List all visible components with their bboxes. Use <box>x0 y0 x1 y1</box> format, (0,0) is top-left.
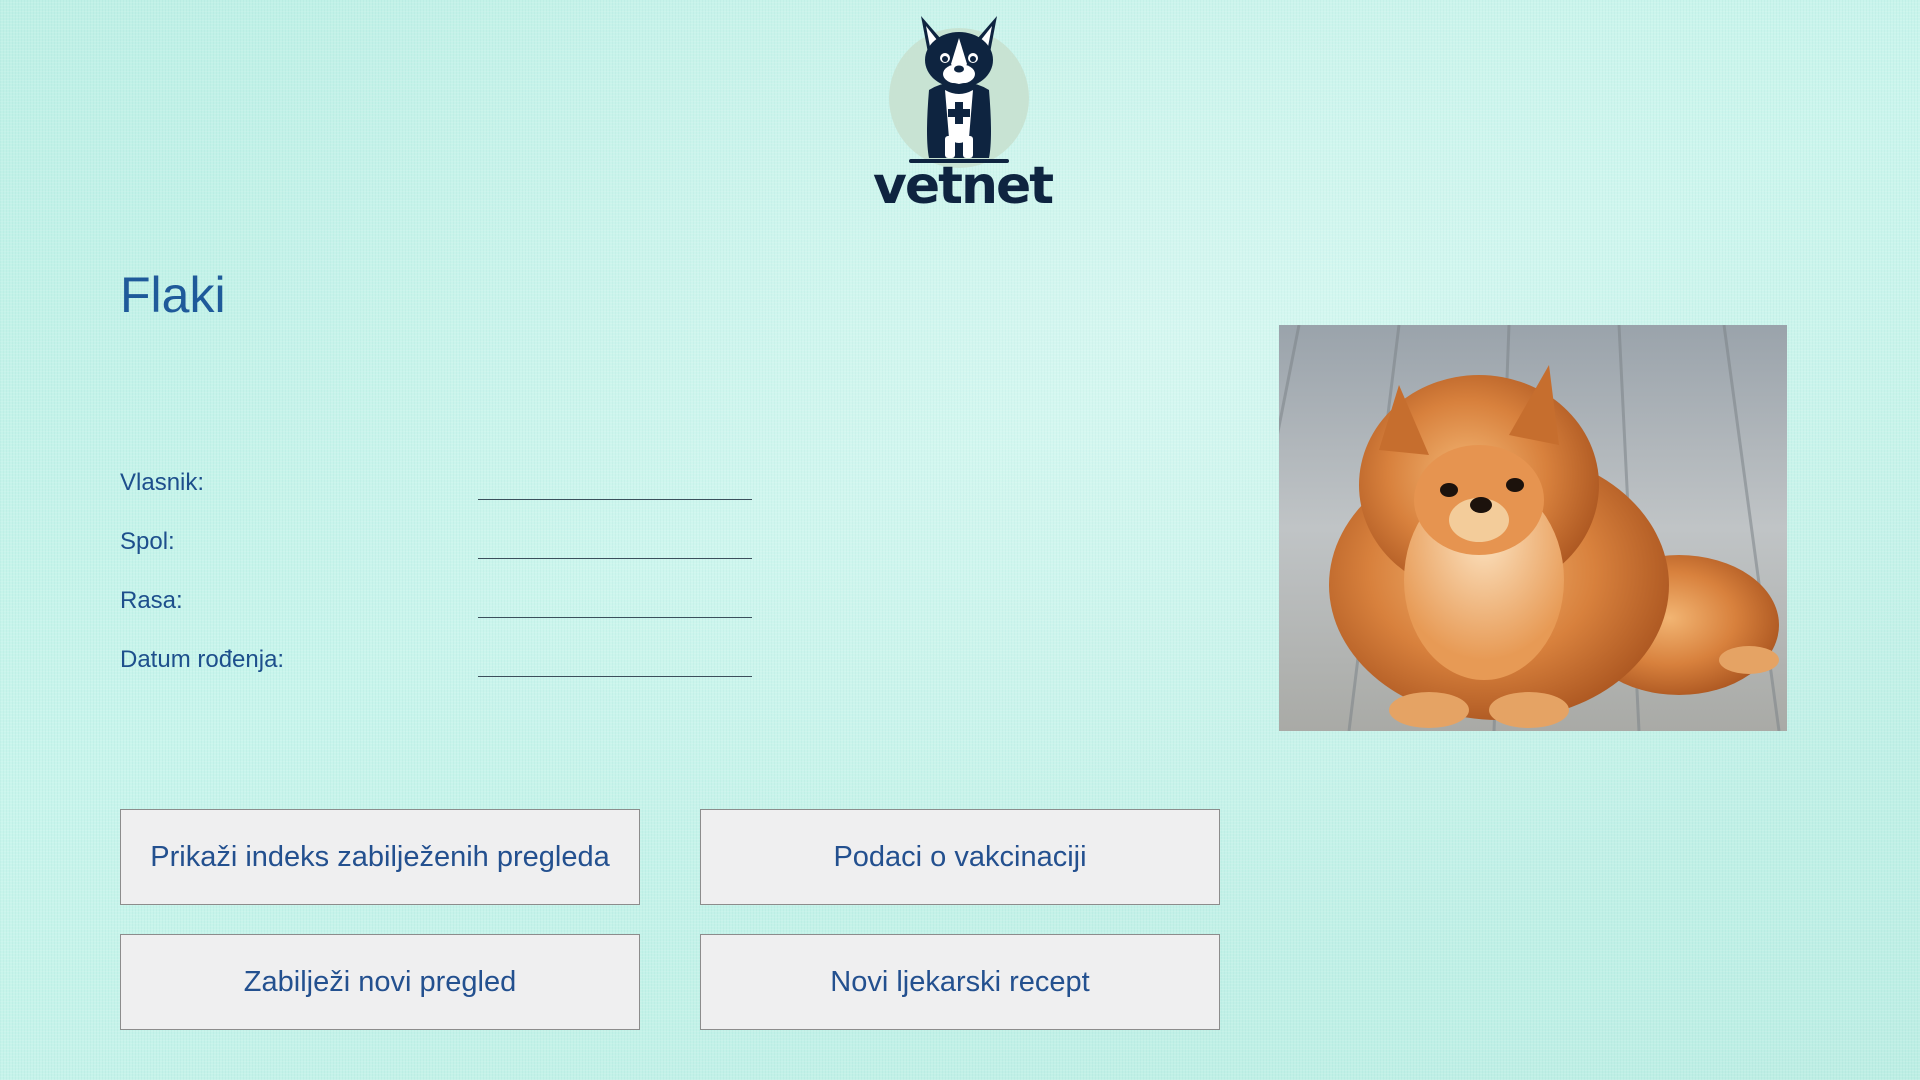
new-prescription-button[interactable]: Novi ljekarski recept <box>700 934 1220 1030</box>
dog-with-medical-cross-icon <box>889 16 1029 168</box>
pomeranian-dog-photo <box>1279 325 1787 731</box>
breed-field[interactable] <box>478 589 752 618</box>
field-row-sex: Spol: <box>120 530 754 570</box>
pet-name-title: Flaki <box>120 267 226 323</box>
field-row-breed: Rasa: <box>120 589 754 629</box>
field-label-birthdate: Datum rođenja: <box>120 646 285 673</box>
brand-name: vetnet <box>873 156 1054 216</box>
sex-field[interactable] <box>478 530 752 559</box>
show-exams-index-button[interactable]: Prikaži indeks zabilježenih pregleda <box>120 809 640 905</box>
vaccination-data-button[interactable]: Podaci o vakcinaciji <box>700 809 1220 905</box>
field-row-owner: Vlasnik: <box>120 471 754 511</box>
field-row-birthdate: Datum rođenja: <box>120 648 754 688</box>
field-label-owner: Vlasnik: <box>120 469 205 496</box>
owner-field[interactable] <box>478 471 752 500</box>
birthdate-field[interactable] <box>478 648 752 677</box>
field-label-breed: Rasa: <box>120 587 183 614</box>
pet-photo <box>1279 325 1787 731</box>
new-exam-button[interactable]: Zabilježi novi pregled <box>120 934 640 1030</box>
field-label-sex: Spol: <box>120 528 175 555</box>
vetnet-logo: vetnet <box>873 8 1054 218</box>
